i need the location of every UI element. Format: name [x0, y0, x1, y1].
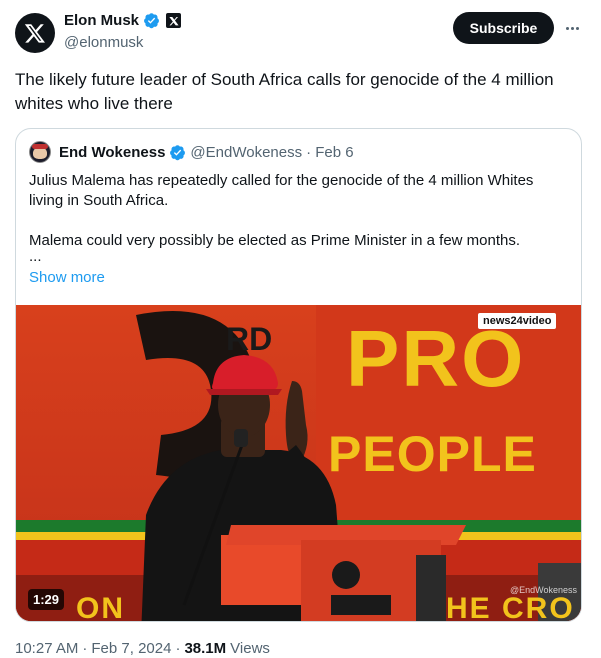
author-handle[interactable]: @elonmusk	[64, 34, 143, 51]
tweet-time[interactable]: 10:27 AM	[15, 640, 78, 657]
quoted-tweet[interactable]: End Wokeness @EndWokeness · Feb 6 Julius…	[15, 128, 582, 622]
tweet-text: The likely future leader of South Africa…	[15, 70, 554, 113]
meta-separator: ·	[175, 640, 181, 657]
views-count[interactable]: 38.1M	[184, 640, 226, 657]
more-dot	[570, 26, 574, 30]
banner-line-2: PEOPLE	[328, 426, 537, 482]
meta-separator: ·	[82, 640, 88, 657]
more-horizontal-icon[interactable]	[562, 18, 582, 38]
quoted-ellipsis: ...	[29, 248, 42, 265]
quoted-paragraph: Malema could very possibly be elected as…	[29, 232, 521, 249]
tweet-meta: 10:27 AM · Feb 7, 2024 · 38.1M Views	[15, 640, 270, 657]
banner-bottom-left: ON	[76, 592, 125, 622]
author-name-row: Elon Musk	[64, 12, 182, 29]
more-dot	[565, 26, 569, 30]
verified-badge-icon[interactable]	[143, 12, 160, 29]
subscribe-button[interactable]: Subscribe	[453, 12, 554, 44]
quoted-tweet-body: Julius Malema has repeatedly called for …	[29, 171, 564, 267]
verified-badge-icon	[169, 144, 186, 161]
quoted-tweet-date[interactable]: · Feb 6	[306, 144, 354, 161]
x-affiliation-icon[interactable]	[166, 13, 182, 28]
author-avatar[interactable]	[15, 13, 55, 53]
x-logo-icon	[24, 24, 45, 43]
video-watermark: @EndWokeness	[510, 585, 578, 595]
news24video-logo: news24video	[478, 313, 557, 329]
quoted-author-name[interactable]: End Wokeness	[59, 144, 165, 161]
quoted-author-avatar[interactable]	[29, 141, 51, 163]
quoted-tweet-header: End Wokeness @EndWokeness · Feb 6	[29, 141, 354, 163]
banner-ordinal: RD	[226, 321, 273, 357]
quoted-paragraph: Julius Malema has repeatedly called for …	[29, 172, 534, 209]
video-duration-badge: 1:29	[28, 589, 65, 610]
banner-bottom-right: HE CRO	[446, 592, 575, 622]
author-name[interactable]: Elon Musk	[64, 12, 139, 29]
quoted-author-handle: @EndWokeness	[190, 143, 303, 161]
video-player[interactable]: RD PRO PEOPLE ON HE CRO news24video @End…	[16, 305, 581, 622]
tweet-date[interactable]: Feb 7, 2024	[91, 640, 171, 657]
more-dot	[575, 26, 579, 30]
views-label: Views	[230, 640, 270, 657]
show-more-link[interactable]: Show more	[29, 269, 105, 286]
